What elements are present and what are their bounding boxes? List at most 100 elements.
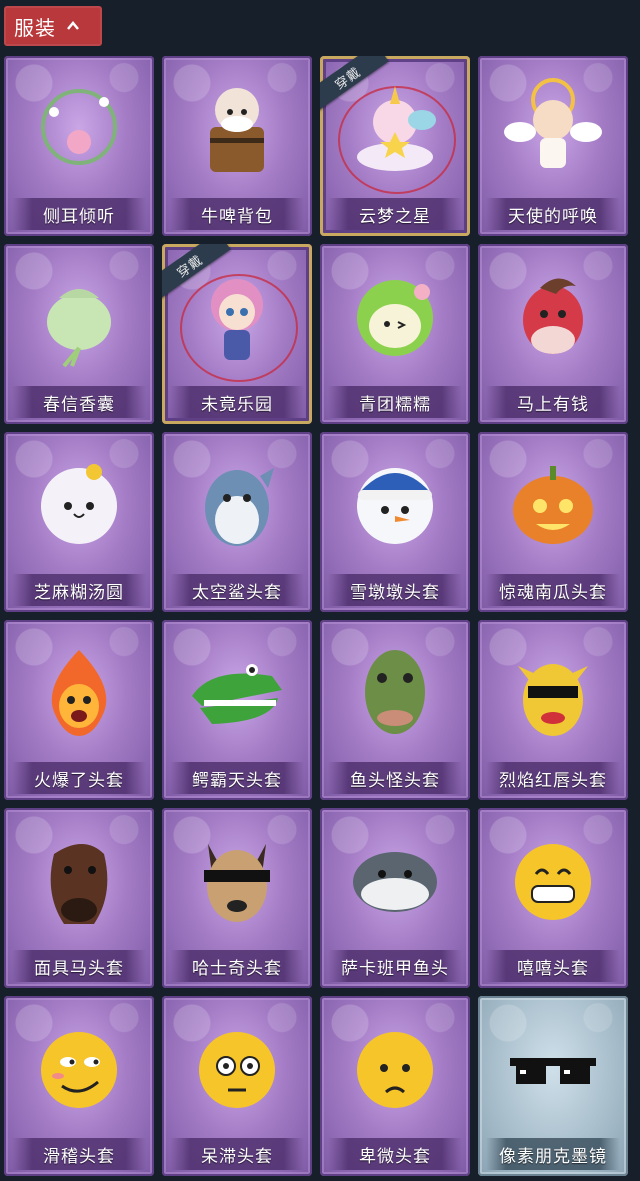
costume-card[interactable]: 鱼头怪头套 [320, 620, 470, 800]
card-label-bar: 惊魂南瓜头套 [486, 574, 620, 606]
cow-barrel-icon [182, 72, 292, 182]
card-label-bar: 侧耳倾听 [12, 198, 146, 230]
sachet-icon [24, 260, 134, 370]
card-label-bar: 牛啤背包 [170, 198, 304, 230]
dazed-emoji-icon [182, 1012, 292, 1122]
card-label: 马上有钱 [517, 394, 589, 415]
magic-girl-icon [182, 260, 292, 370]
card-label-bar: 鳄霸天头套 [170, 762, 304, 794]
card-label-bar: 卑微头套 [328, 1138, 462, 1170]
fish-monster-head-icon [340, 636, 450, 746]
costume-card[interactable]: 萨卡班甲鱼头 [320, 808, 470, 988]
card-label: 萨卡班甲鱼头 [341, 958, 449, 979]
card-label: 嘻嘻头套 [517, 958, 589, 979]
costume-card[interactable]: 烈焰红唇头套 [478, 620, 628, 800]
angel-icon [498, 72, 608, 182]
costume-card[interactable]: 哈士奇头套 [162, 808, 312, 988]
costume-card[interactable]: 鳄霸天头套 [162, 620, 312, 800]
costume-card[interactable]: 牛啤背包 [162, 56, 312, 236]
card-label: 卑微头套 [359, 1146, 431, 1167]
card-label-bar: 云梦之星 [328, 198, 462, 230]
costume-card[interactable]: 卑微头套 [320, 996, 470, 1176]
card-label: 哈士奇头套 [192, 958, 282, 979]
costume-card[interactable]: 滑稽头套 [4, 996, 154, 1176]
fish-head-icon [340, 824, 450, 934]
costume-card[interactable]: 面具马头套 [4, 808, 154, 988]
shark-head-icon [182, 448, 292, 558]
card-label: 呆滞头套 [201, 1146, 273, 1167]
costume-card[interactable]: 青团糯糯 [320, 244, 470, 424]
card-label: 滑稽头套 [43, 1146, 115, 1167]
crocodile-head-icon [182, 636, 292, 746]
card-label-bar: 青团糯糯 [328, 386, 462, 418]
yellow-mask-head-icon [498, 636, 608, 746]
card-label-bar: 马上有钱 [486, 386, 620, 418]
card-label-bar: 雪墩墩头套 [328, 574, 462, 606]
card-label-bar: 春信香囊 [12, 386, 146, 418]
card-label: 烈焰红唇头套 [499, 770, 607, 791]
card-label-bar: 鱼头怪头套 [328, 762, 462, 794]
card-label: 芝麻糊汤圆 [34, 582, 124, 603]
costume-card[interactable]: 穿戴 云梦之星 [320, 56, 470, 236]
card-label: 像素朋克墨镜 [499, 1146, 607, 1167]
card-label: 侧耳倾听 [43, 206, 115, 227]
costume-card[interactable]: 芝麻糊汤圆 [4, 432, 154, 612]
costume-card[interactable]: 侧耳倾听 [4, 56, 154, 236]
card-label: 鳄霸天头套 [192, 770, 282, 791]
card-label-bar: 芝麻糊汤圆 [12, 574, 146, 606]
card-label: 春信香囊 [43, 394, 115, 415]
costume-card[interactable]: 马上有钱 [478, 244, 628, 424]
chevron-up-icon [67, 21, 79, 30]
costume-card[interactable]: 惊魂南瓜头套 [478, 432, 628, 612]
card-label: 雪墩墩头套 [350, 582, 440, 603]
card-label-bar: 滑稽头套 [12, 1138, 146, 1170]
costume-card[interactable]: 呆滞头套 [162, 996, 312, 1176]
fire-head-icon [24, 636, 134, 746]
smirk-emoji-icon [24, 1012, 134, 1122]
card-label: 鱼头怪头套 [350, 770, 440, 791]
card-label-bar: 烈焰红唇头套 [486, 762, 620, 794]
costume-card[interactable]: 像素朋克墨镜 [478, 996, 628, 1176]
card-label: 云梦之星 [359, 206, 431, 227]
card-label-bar: 面具马头套 [12, 950, 146, 982]
costume-grid: 侧耳倾听 牛啤背包 穿戴 云梦之星天使的呼唤春信香囊 穿戴 未竟乐园青团糯糯 马上有钱芝麻糊… [4, 56, 628, 1176]
card-label-bar: 呆滞头套 [170, 1138, 304, 1170]
husky-head-icon [182, 824, 292, 934]
flower-wreath-icon [24, 72, 134, 182]
rice-ball-icon [24, 448, 134, 558]
snowman-head-icon [340, 448, 450, 558]
card-label-bar: 未竟乐园 [170, 386, 304, 418]
costume-card[interactable]: 雪墩墩头套 [320, 432, 470, 612]
card-label-bar: 天使的呼唤 [486, 198, 620, 230]
card-label-bar: 哈士奇头套 [170, 950, 304, 982]
card-label: 面具马头套 [34, 958, 124, 979]
card-label: 天使的呼唤 [508, 206, 598, 227]
card-label-bar: 萨卡班甲鱼头 [328, 950, 462, 982]
green-dumpling-icon [340, 260, 450, 370]
card-label: 太空鲨头套 [192, 582, 282, 603]
horse-mask-icon [24, 824, 134, 934]
costume-card[interactable]: 天使的呼唤 [478, 56, 628, 236]
costume-card[interactable]: 太空鲨头套 [162, 432, 312, 612]
card-label: 火爆了头套 [34, 770, 124, 791]
grin-emoji-icon [498, 824, 608, 934]
costume-card[interactable]: 穿戴 未竟乐园 [162, 244, 312, 424]
card-label: 青团糯糯 [359, 394, 431, 415]
costume-card[interactable]: 春信香囊 [4, 244, 154, 424]
costume-tab[interactable]: 服装 [4, 6, 102, 46]
card-label-bar: 火爆了头套 [12, 762, 146, 794]
costume-tab-label: 服装 [14, 15, 56, 40]
pixel-sunglasses-icon [498, 1012, 608, 1122]
pleading-emoji-icon [340, 1012, 450, 1122]
pumpkin-head-icon [498, 448, 608, 558]
card-label-bar: 嘻嘻头套 [486, 950, 620, 982]
card-label: 牛啤背包 [201, 206, 273, 227]
card-label: 未竟乐园 [201, 394, 273, 415]
costume-card[interactable]: 火爆了头套 [4, 620, 154, 800]
card-label: 惊魂南瓜头套 [499, 582, 607, 603]
unicorn-cloud-icon [340, 72, 450, 182]
red-horse-icon [498, 260, 608, 370]
card-label-bar: 太空鲨头套 [170, 574, 304, 606]
card-label-bar: 像素朋克墨镜 [486, 1138, 620, 1170]
costume-card[interactable]: 嘻嘻头套 [478, 808, 628, 988]
